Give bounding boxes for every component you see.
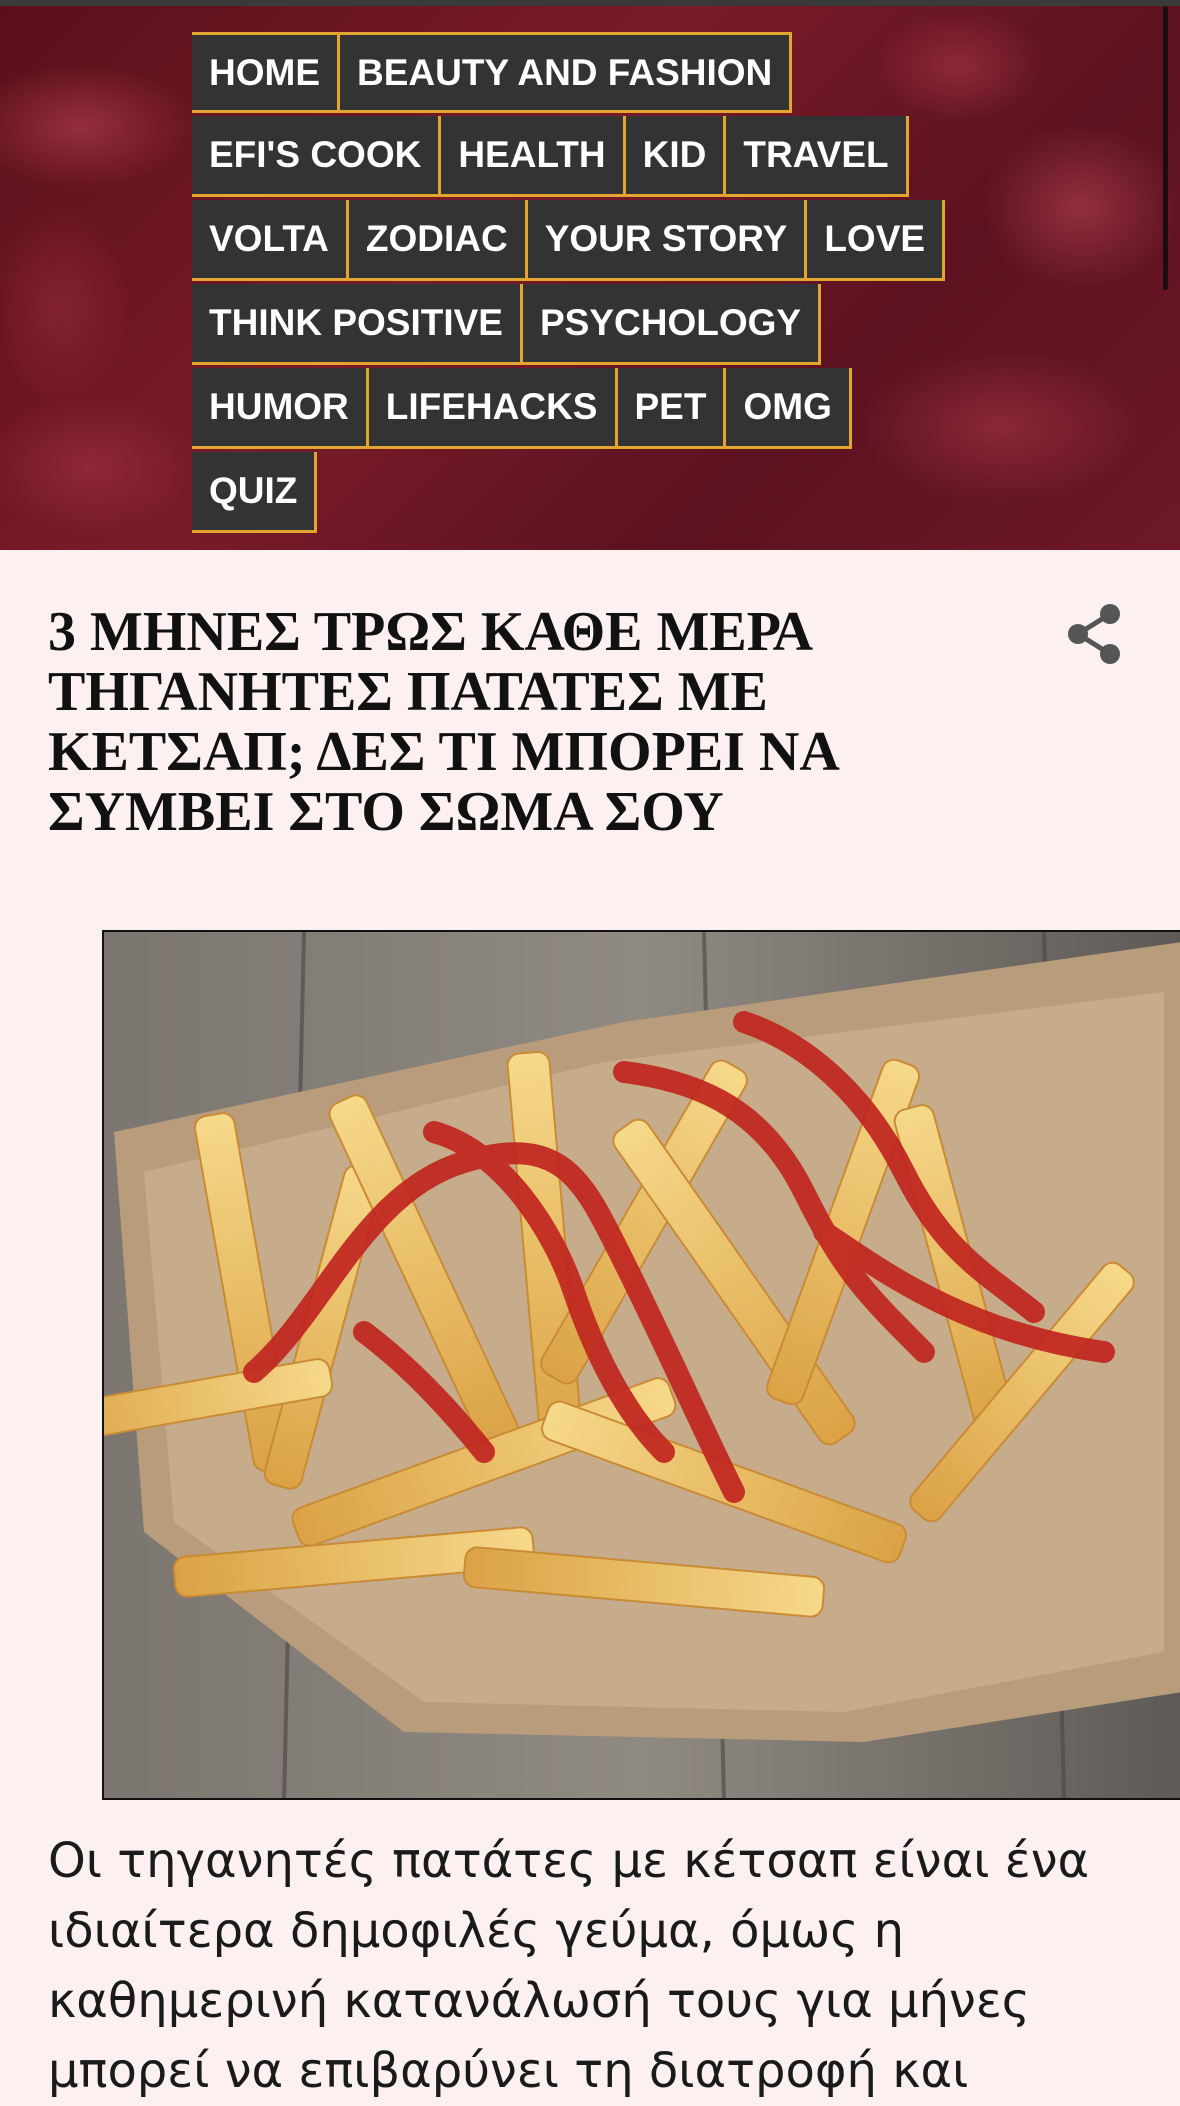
scrollbar[interactable] [1163, 6, 1168, 290]
nav-item-humor[interactable]: HUMOR [192, 368, 369, 449]
nav-row-4: THINK POSITIVE PSYCHOLOGY [192, 284, 822, 365]
nav-item-efis-cook[interactable]: EFI'S COOK [192, 116, 442, 197]
nav-item-think-positive[interactable]: THINK POSITIVE [192, 284, 523, 365]
nav-item-volta[interactable]: VOLTA [192, 200, 349, 281]
nav-item-kid[interactable]: KID [625, 116, 727, 197]
article-title: 3 ΜΗΝΕΣ ΤΡΩΣ ΚΑΘΕ ΜΕΡΑ ΤΗΓΑΝΗΤΕΣ ΠΑΤΑΤΕΣ… [48, 601, 837, 843]
nav-item-health[interactable]: HEALTH [441, 116, 626, 197]
nav-row-3: VOLTA ZODIAC YOUR STORY LOVE [192, 200, 946, 281]
nav-item-your-story[interactable]: YOUR STORY [527, 200, 808, 281]
nav-item-psychology[interactable]: PSYCHOLOGY [522, 284, 822, 365]
nav-item-zodiac[interactable]: ZODIAC [348, 200, 528, 281]
nav-item-omg[interactable]: OMG [726, 368, 852, 449]
nav-item-beauty-and-fashion[interactable]: BEAUTY AND FASHION [340, 32, 793, 113]
article-body: Οι τηγανητές πατάτες με κέτσαπ είναι ένα… [48, 1833, 1090, 2099]
nav-row-1: HOME BEAUTY AND FASHION [192, 32, 793, 113]
nav-item-lifehacks[interactable]: LIFEHACKS [368, 368, 618, 449]
nav-item-quiz[interactable]: QUIZ [192, 452, 318, 533]
share-icon[interactable] [1064, 600, 1130, 668]
nav-item-home[interactable]: HOME [192, 32, 340, 113]
site-header: HOME BEAUTY AND FASHION EFI'S COOK HEALT… [0, 6, 1180, 550]
nav-row-5: HUMOR LIFEHACKS PET OMG [192, 368, 852, 449]
nav-item-travel[interactable]: TRAVEL [726, 116, 909, 197]
article-image [102, 930, 1180, 1800]
nav-item-pet[interactable]: PET [617, 368, 727, 449]
nav-item-love[interactable]: LOVE [807, 200, 946, 281]
nav-row-6: QUIZ [192, 452, 318, 533]
nav-row-2: EFI'S COOK HEALTH KID TRAVEL [192, 116, 909, 197]
fries-image-illustration [104, 932, 1180, 1798]
